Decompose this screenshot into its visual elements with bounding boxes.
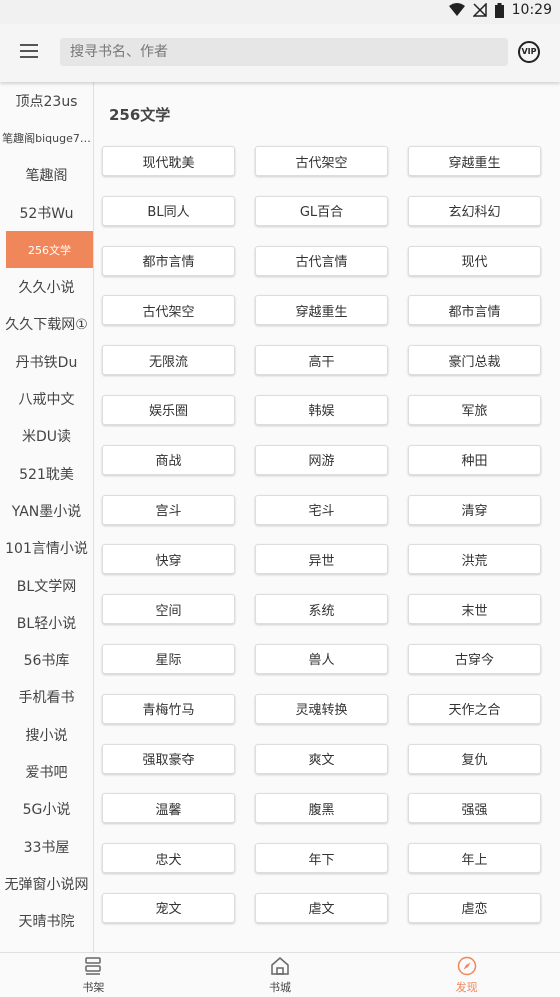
tag-button[interactable]: 宠文: [102, 892, 235, 923]
tag-button[interactable]: 强强: [408, 793, 541, 824]
sidebar-item[interactable]: 八戒中文: [0, 380, 93, 417]
sidebar-item[interactable]: 久久小说: [0, 268, 93, 305]
vip-icon[interactable]: VIP: [518, 41, 540, 63]
tag-button[interactable]: 玄幻科幻: [408, 195, 541, 226]
nav-bookshelf-label: 书架: [82, 981, 105, 994]
tag-button[interactable]: 古穿今: [408, 643, 541, 674]
tag-button[interactable]: 商战: [102, 444, 235, 475]
status-icons: 10:29: [448, 2, 552, 18]
wifi-icon: [448, 3, 465, 16]
tag-button[interactable]: 韩娱: [255, 394, 388, 425]
home-icon: [271, 957, 289, 975]
sidebar-item[interactable]: 搜小说: [0, 716, 93, 753]
sidebar-item[interactable]: 无弹窗小说网: [0, 865, 93, 902]
tag-button[interactable]: 洪荒: [408, 544, 541, 575]
menu-icon[interactable]: [18, 40, 48, 68]
sidebar-item[interactable]: 33书屋: [0, 828, 93, 865]
tag-button[interactable]: 腹黑: [255, 793, 388, 824]
sidebar-item[interactable]: 256文学: [6, 231, 93, 269]
tag-button[interactable]: 网游: [255, 444, 388, 475]
sidebar-item[interactable]: 手机看书: [0, 679, 93, 716]
tag-button[interactable]: 都市言情: [102, 245, 235, 276]
tag-button[interactable]: 快穿: [102, 544, 235, 575]
sidebar-item[interactable]: 天晴书院: [0, 903, 93, 940]
status-bar: 10:29: [0, 0, 560, 24]
sidebar-item[interactable]: YAN墨小说: [0, 492, 93, 529]
sidebar-item[interactable]: 56书库: [0, 641, 93, 678]
sidebar-item[interactable]: 笔趣阁biquge7…: [0, 119, 93, 156]
sidebar-item[interactable]: 爱书吧: [0, 753, 93, 790]
sidebar-item[interactable]: 52书Wu: [0, 194, 93, 231]
battery-icon: [494, 2, 504, 18]
tag-button[interactable]: 古代架空: [102, 295, 235, 326]
tag-button[interactable]: GL百合: [255, 195, 388, 226]
tag-button[interactable]: 忠犬: [102, 843, 235, 874]
tag-button[interactable]: 高干: [255, 345, 388, 376]
tag-button[interactable]: 古代言情: [255, 245, 388, 276]
nav-bookshelf[interactable]: 书架: [0, 953, 187, 997]
tag-button[interactable]: 异世: [255, 544, 388, 575]
tag-button[interactable]: 现代: [408, 245, 541, 276]
tag-button[interactable]: 空间: [102, 594, 235, 625]
source-sidebar: 顶点23us 笔趣阁biquge7… 笔趣阁 52书Wu 256文学 久久小说 久久下载网①…: [0, 82, 94, 952]
sidebar-item[interactable]: BL轻小说: [0, 604, 93, 641]
tag-button[interactable]: 复仇: [408, 743, 541, 774]
tag-button[interactable]: 年上: [408, 843, 541, 874]
tag-button[interactable]: 娱乐圈: [102, 394, 235, 425]
top-app-bar: 搜寻书名、作者 VIP: [0, 24, 560, 82]
sidebar-item[interactable]: 101言情小说: [0, 530, 93, 567]
tag-button[interactable]: 强取豪夺: [102, 743, 235, 774]
tag-button[interactable]: 系统: [255, 594, 388, 625]
sidebar-item[interactable]: 米DU读: [0, 418, 93, 455]
tag-button[interactable]: 温馨: [102, 793, 235, 824]
tag-button[interactable]: 豪门总裁: [408, 345, 541, 376]
nav-bookstore[interactable]: 书城: [187, 953, 374, 997]
tag-button[interactable]: 都市言情: [408, 295, 541, 326]
compass-icon: [457, 956, 476, 976]
bottom-navigation: 书架 书城 发现: [0, 952, 560, 997]
tag-button[interactable]: 灵魂转换: [255, 693, 388, 724]
tag-button[interactable]: 穿越重生: [408, 146, 541, 176]
tag-button[interactable]: 军旅: [408, 394, 541, 425]
sidebar-item[interactable]: 521耽美: [0, 455, 93, 492]
tag-button[interactable]: 种田: [408, 444, 541, 475]
tag-button[interactable]: 清穿: [408, 494, 541, 525]
tag-button[interactable]: 末世: [408, 594, 541, 625]
sidebar-item[interactable]: 笔趣阁: [0, 157, 93, 194]
sidebar-item[interactable]: BL文学网: [0, 567, 93, 604]
sidebar-item[interactable]: 久久下载网①: [0, 306, 93, 343]
sidebar-item[interactable]: 顶点23us: [0, 82, 93, 119]
tag-button[interactable]: 无限流: [102, 345, 235, 376]
tag-button[interactable]: 现代耽美: [102, 146, 235, 176]
nav-discover-label: 发现: [455, 981, 478, 994]
tag-button[interactable]: 年下: [255, 843, 388, 874]
sidebar-item[interactable]: 5G小说: [0, 791, 93, 828]
tag-button[interactable]: 天作之合: [408, 693, 541, 724]
nav-discover[interactable]: 发现: [373, 953, 560, 997]
clock-time: 10:29: [511, 2, 552, 18]
no-signal-icon: [472, 3, 487, 17]
tag-button[interactable]: 古代架空: [255, 146, 388, 176]
category-panel: 256文学 现代耽美 古代架空 穿越重生 BL同人 GL百合 玄幻科幻 都市言情 古代言情 现代…: [94, 82, 560, 952]
tag-button[interactable]: 宅斗: [255, 494, 388, 525]
bookshelf-icon: [85, 957, 102, 975]
category-title: 256文学: [109, 106, 171, 124]
tag-button[interactable]: 爽文: [255, 743, 388, 774]
nav-bookstore-label: 书城: [269, 981, 291, 994]
tag-button[interactable]: BL同人: [102, 195, 235, 226]
tag-grid: 现代耽美 古代架空 穿越重生 BL同人 GL百合 玄幻科幻 都市言情 古代言情 现代 古代架空 穿越…: [102, 146, 544, 923]
tag-button[interactable]: 穿越重生: [255, 295, 388, 326]
sidebar-item[interactable]: 丹书铁Du: [0, 343, 93, 380]
tag-button[interactable]: 宫斗: [102, 494, 235, 525]
tag-button[interactable]: 虐文: [255, 892, 388, 923]
search-input[interactable]: 搜寻书名、作者: [60, 38, 508, 66]
tag-button[interactable]: 星际: [102, 643, 235, 674]
tag-button[interactable]: 青梅竹马: [102, 693, 235, 724]
tag-button[interactable]: 虐恋: [408, 892, 541, 923]
tag-button[interactable]: 兽人: [255, 643, 388, 674]
